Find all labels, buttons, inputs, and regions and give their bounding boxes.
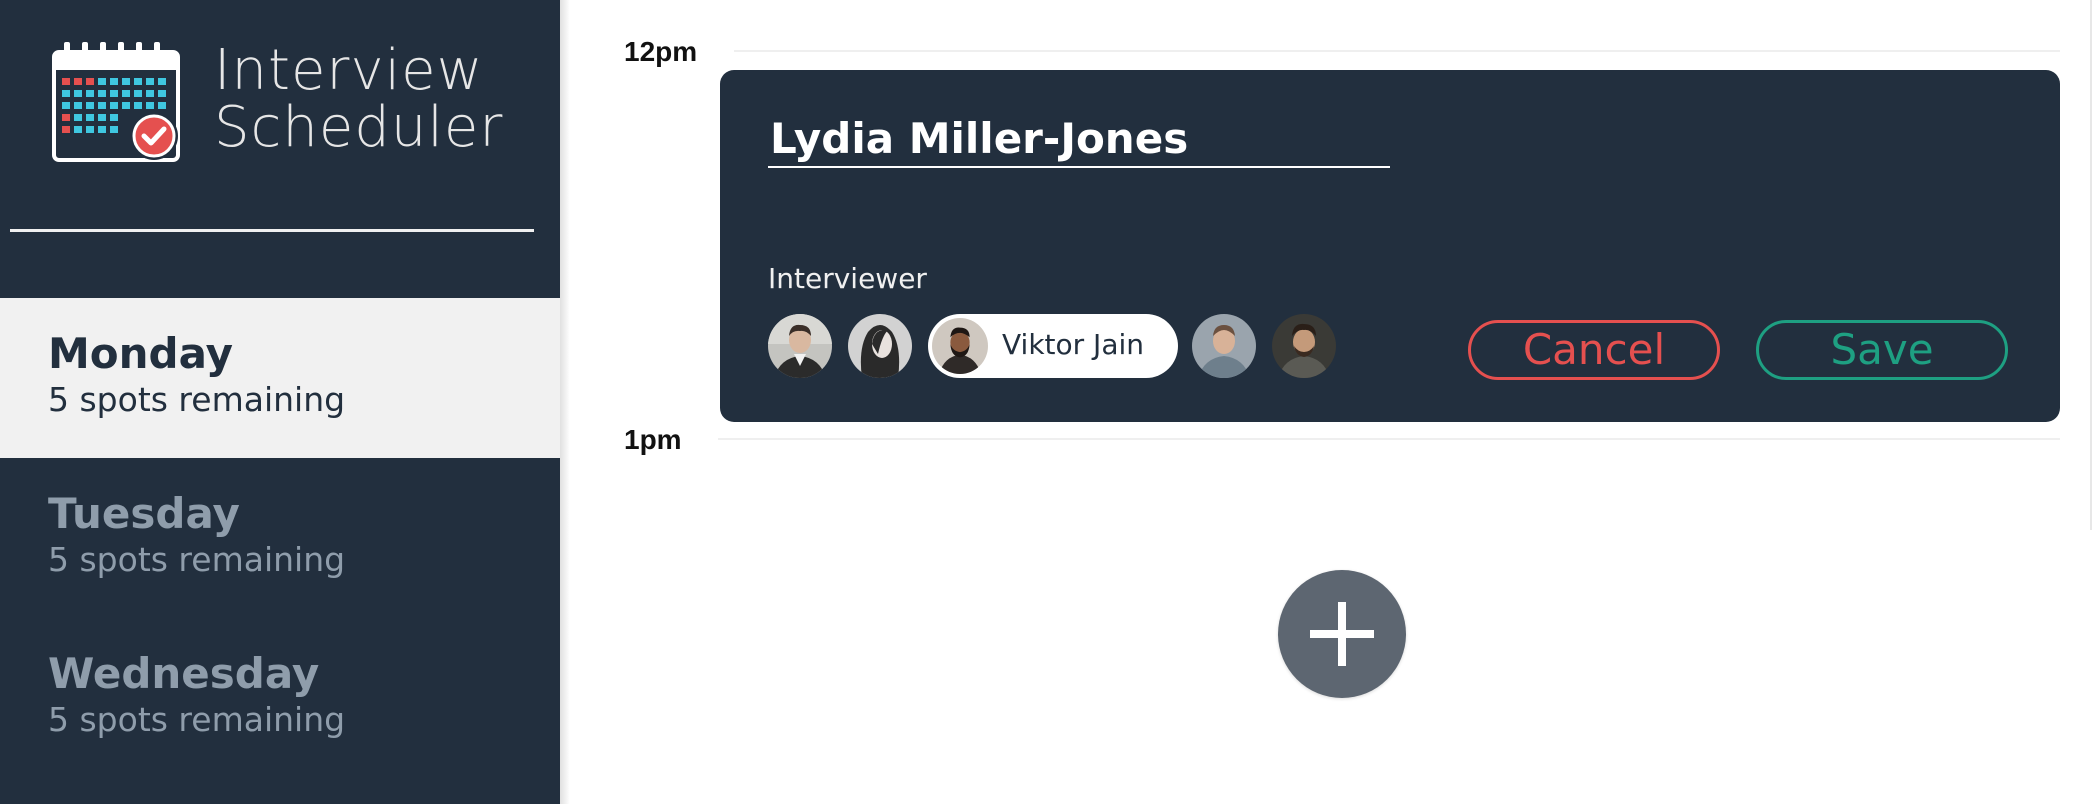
interviewer-avatar[interactable]	[768, 314, 832, 378]
day-item-monday[interactable]: Monday 5 spots remaining	[0, 298, 560, 458]
sidebar: Interview Scheduler Monday 5 spots remai…	[0, 0, 560, 804]
sidebar-shadow	[560, 0, 570, 804]
appointment-form: Interviewer	[720, 70, 2060, 422]
day-item-wednesday[interactable]: Wednesday 5 spots remaining	[0, 618, 560, 778]
time-label-1pm: 1pm	[624, 424, 682, 455]
time-divider	[718, 438, 2060, 440]
day-spots: 5 spots remaining	[48, 380, 346, 419]
selected-interviewer-name: Viktor Jain	[1002, 328, 1144, 361]
app-title-line-2: Scheduler	[214, 95, 504, 160]
add-appointment-button[interactable]	[1278, 570, 1406, 698]
interviewer-avatar[interactable]	[1272, 314, 1336, 378]
calendar-check-icon	[52, 42, 180, 162]
day-item-tuesday[interactable]: Tuesday 5 spots remaining	[0, 458, 560, 618]
app-title-line-1: Interview	[214, 38, 484, 103]
student-name-input[interactable]	[768, 110, 1390, 168]
interviewer-avatar[interactable]	[848, 314, 912, 378]
day-name: Wednesday	[48, 649, 320, 698]
interviewer-avatar[interactable]	[1192, 314, 1256, 378]
time-label-12pm: 12pm	[624, 36, 698, 67]
selected-interviewer[interactable]: Viktor Jain	[928, 314, 1178, 378]
app-title: Interview Scheduler	[214, 42, 503, 156]
interviewer-label: Interviewer	[768, 262, 927, 295]
plus-icon	[1310, 602, 1374, 666]
sidebar-divider	[10, 229, 534, 232]
time-divider	[734, 50, 2060, 52]
interviewer-avatar	[932, 318, 988, 374]
cancel-button[interactable]: Cancel	[1468, 320, 1720, 380]
scroll-edge	[2090, 0, 2092, 530]
day-spots: 5 spots remaining	[48, 540, 346, 579]
day-name: Tuesday	[48, 489, 240, 538]
day-name: Monday	[48, 329, 234, 378]
save-button[interactable]: Save	[1756, 320, 2008, 380]
day-spots: 5 spots remaining	[48, 700, 346, 739]
